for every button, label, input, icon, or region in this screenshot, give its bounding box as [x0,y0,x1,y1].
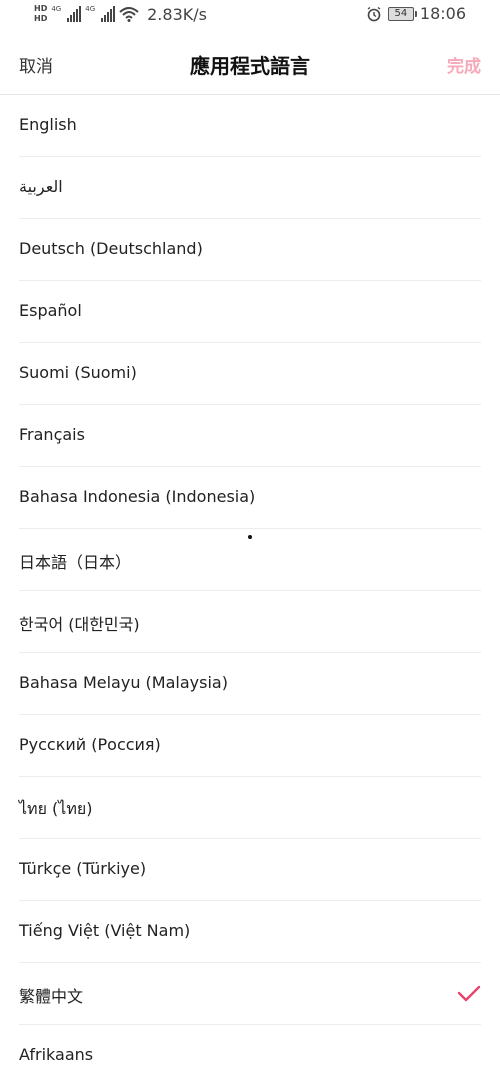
language-label: العربية [19,177,63,196]
status-bar: HD HD 4G 4G 2.83K/s 54 18:06 [0,0,500,34]
clock: 18:06 [419,4,466,23]
network-type-1: 4G [51,5,62,13]
language-label: Afrikaans [19,1045,94,1064]
wifi-icon [119,7,139,22]
language-label: Bahasa Melayu (Malaysia) [19,673,228,692]
language-label: Deutsch (Deutschland) [19,239,203,258]
language-item[interactable]: Suomi (Suomi) [19,343,481,405]
battery-icon: 54 [387,6,417,21]
touch-indicator-dot [248,535,252,539]
language-label: English [19,115,77,134]
status-left: HD HD 4G 4G 2.83K/s [34,4,207,24]
language-item[interactable]: Español [19,281,481,343]
language-item[interactable]: Deutsch (Deutschland) [19,219,481,281]
language-label: Français [19,425,85,444]
language-label: 繁體中文 [19,987,84,1006]
language-item[interactable]: Afrikaans [19,1025,481,1087]
language-item-selected[interactable]: 繁體中文 [19,963,481,1025]
language-label: ไทย (ไทย) [19,799,93,818]
status-right: 54 18:06 [366,4,466,23]
hd-indicators: HD HD [34,4,47,24]
done-button[interactable]: 完成 [447,52,481,77]
language-item[interactable]: Tiếng Việt (Việt Nam) [19,901,481,963]
language-item[interactable]: Français [19,405,481,467]
language-item[interactable]: Русский (Россия) [19,715,481,777]
nav-header: 取消 應用程式語言 完成 [0,34,500,95]
language-label: 日本語（日本） [19,553,132,572]
language-label: Tiếng Việt (Việt Nam) [19,921,191,940]
language-list: English العربية Deutsch (Deutschland) Es… [0,95,500,1087]
language-item[interactable]: Bahasa Indonesia (Indonesia) [19,467,481,529]
alarm-icon [367,6,381,21]
language-label: Suomi (Suomi) [19,363,137,382]
language-item[interactable]: 한국어 (대한민국) [19,591,481,653]
network-speed: 2.83K/s [147,4,207,24]
language-label: Русский (Россия) [19,735,161,754]
signal-icon [67,6,82,22]
language-label: 한국어 (대한민국) [19,615,140,634]
checkmark-icon [457,985,481,1002]
signal-icon-2 [101,6,116,22]
language-item[interactable]: Türkçe (Türkiye) [19,839,481,901]
language-item[interactable]: ไทย (ไทย) [19,777,481,839]
page-title: 應用程式語言 [190,54,310,78]
hd-label-1: HD [34,4,48,13]
language-label: Español [19,301,82,320]
language-item[interactable]: English [19,95,481,157]
language-label: Bahasa Indonesia (Indonesia) [19,487,256,506]
language-item[interactable]: العربية [19,157,481,219]
language-item[interactable]: Bahasa Melayu (Malaysia) [19,653,481,715]
hd-label-2: HD [34,14,48,23]
network-type-2: 4G [85,5,96,13]
language-label: Türkçe (Türkiye) [19,859,147,878]
